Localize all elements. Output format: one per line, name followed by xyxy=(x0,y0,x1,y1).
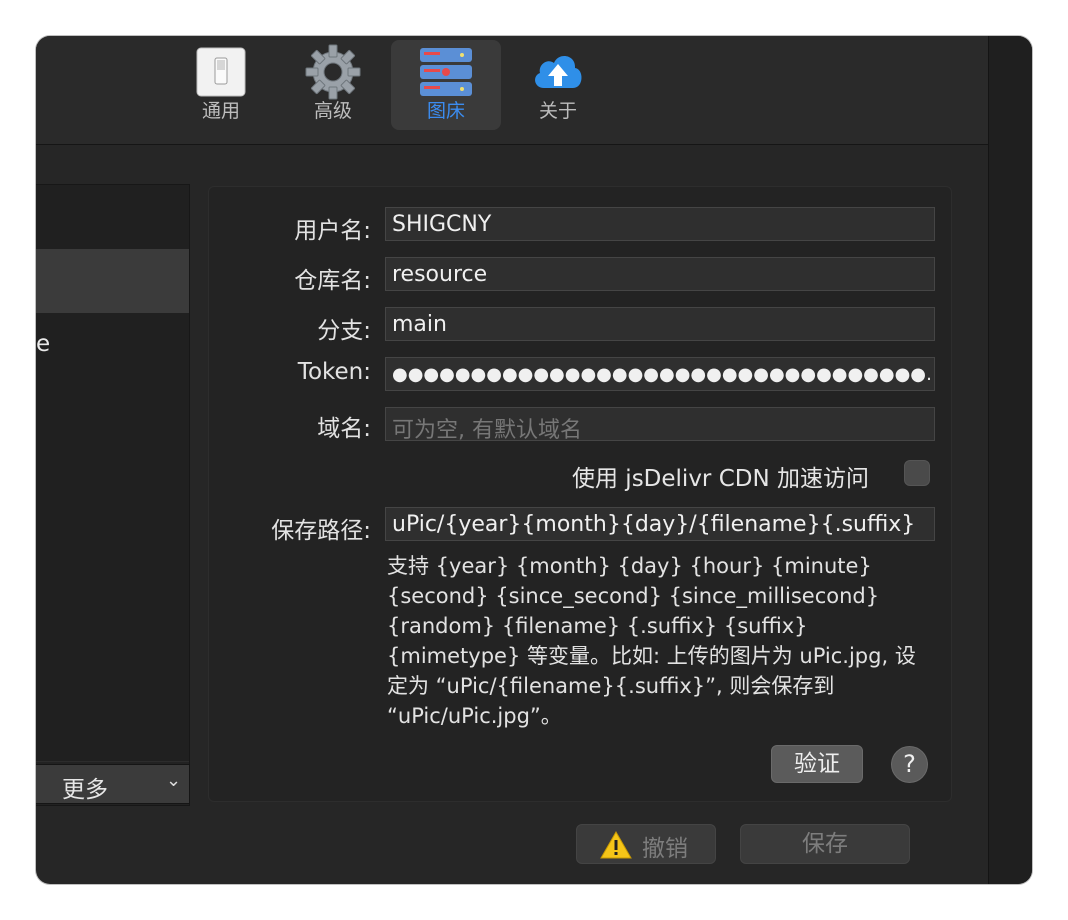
tab-advanced[interactable]: 高级 xyxy=(278,40,388,130)
more-dropdown[interactable]: 更多 ⌄ xyxy=(36,764,190,804)
server-icon xyxy=(420,48,472,96)
cdn-label: 使用 jsDelivr CDN 加速访问 xyxy=(572,466,869,492)
save-button[interactable]: 保存 xyxy=(740,824,910,864)
save-path-label: 保存路径: xyxy=(271,518,371,544)
branch-label: 分支: xyxy=(317,318,371,344)
host-list-item[interactable] xyxy=(36,697,189,762)
switch-icon xyxy=(196,47,246,97)
repo-label: 仓库名: xyxy=(294,268,371,294)
tab-image-host[interactable]: 图床 xyxy=(391,40,501,130)
tab-general-label: 通用 xyxy=(201,100,240,122)
cloud-upload-icon xyxy=(535,55,582,88)
domain-field[interactable]: 可为空, 有默认域名 xyxy=(385,407,935,441)
window-edge xyxy=(988,36,1032,884)
token-field[interactable]: ●●●●●●●●●●●●●●●●●●●●●●●●●●●●●●●●●●… xyxy=(385,357,935,391)
host-list-item[interactable] xyxy=(36,185,189,250)
host-list-item-selected[interactable] xyxy=(36,249,189,314)
preferences-window: 通用 高级 图床 关于 e 更多 ⌄ 用户名: SHIGCNY 仓库名: res… xyxy=(36,36,1032,884)
host-list-item-label: e xyxy=(36,331,51,357)
tab-advanced-label: 高级 xyxy=(313,100,352,122)
host-list-item[interactable] xyxy=(36,633,189,698)
tab-image-host-label: 图床 xyxy=(426,100,465,122)
host-list-item[interactable] xyxy=(36,569,189,634)
undo-button[interactable]: 撤销 xyxy=(576,824,716,864)
help-button[interactable]: ? xyxy=(891,746,928,783)
verify-button[interactable]: 验证 xyxy=(771,745,863,783)
settings-panel: 用户名: SHIGCNY 仓库名: resource 分支: main Toke… xyxy=(208,186,952,802)
tab-about[interactable]: 关于 xyxy=(503,40,613,130)
tab-general[interactable]: 通用 xyxy=(166,40,276,130)
host-list-item[interactable] xyxy=(36,505,189,570)
host-list-item[interactable]: e xyxy=(36,313,189,378)
toolbar: 通用 高级 图床 关于 xyxy=(36,36,988,145)
username-label: 用户名: xyxy=(294,218,371,244)
warning-icon xyxy=(600,830,632,859)
token-label: Token: xyxy=(297,359,371,385)
branch-field[interactable]: main xyxy=(385,307,935,341)
host-list-item[interactable] xyxy=(36,441,189,506)
chevron-down-icon: ⌄ xyxy=(166,770,182,791)
repo-field[interactable]: resource xyxy=(385,257,935,291)
domain-label: 域名: xyxy=(317,416,371,442)
cdn-checkbox[interactable] xyxy=(904,460,930,486)
username-field[interactable]: SHIGCNY xyxy=(385,207,935,241)
undo-label: 撤销 xyxy=(642,836,688,862)
save-path-field[interactable]: uPic/{year}{month}{day}/{filename}{.suff… xyxy=(385,507,935,541)
host-list-item[interactable] xyxy=(36,377,189,442)
save-path-help-text: 支持 {year} {month} {day} {hour} {minute} … xyxy=(387,554,916,728)
tab-about-label: 关于 xyxy=(538,100,577,122)
more-dropdown-label: 更多 xyxy=(62,777,108,803)
host-list: e xyxy=(36,184,190,806)
gear-icon xyxy=(305,44,361,100)
